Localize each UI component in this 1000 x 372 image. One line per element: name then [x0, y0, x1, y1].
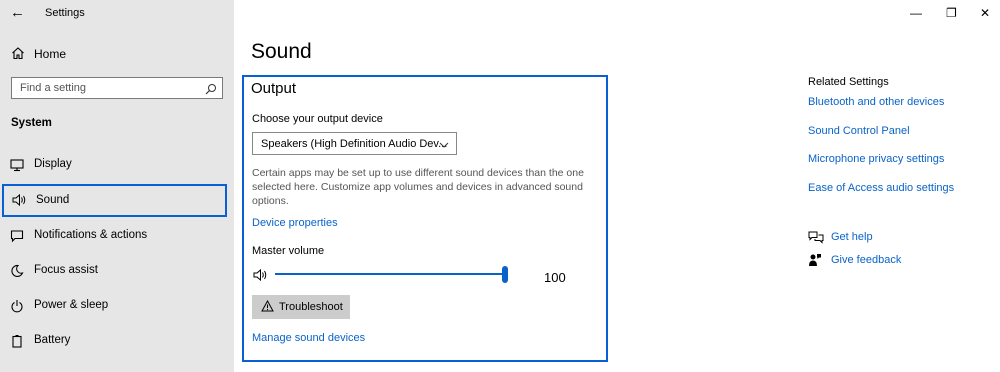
- sidebar-item-sound[interactable]: Sound: [2, 184, 227, 217]
- output-device-dropdown[interactable]: Speakers (High Definition Audio Dev...: [252, 132, 457, 155]
- sidebar-item-label: Notifications & actions: [34, 229, 148, 241]
- back-arrow-icon[interactable]: ←: [10, 4, 25, 21]
- restore-button[interactable]: ❐: [946, 6, 957, 20]
- close-button[interactable]: ✕: [980, 6, 990, 20]
- microphone-privacy-link[interactable]: Microphone privacy settings: [808, 153, 944, 165]
- volume-value: 100: [544, 270, 566, 285]
- troubleshoot-button[interactable]: Troubleshoot: [252, 295, 350, 319]
- sidebar-item-label: Display: [34, 158, 72, 170]
- bluetooth-devices-link[interactable]: Bluetooth and other devices: [808, 96, 944, 108]
- info-text: Certain apps may be set up to use differ…: [252, 167, 584, 207]
- search-placeholder: Find a setting: [20, 82, 87, 94]
- display-icon: [10, 158, 24, 177]
- manage-sound-devices-link[interactable]: Manage sound devices: [252, 332, 365, 344]
- device-properties-link[interactable]: Device properties: [252, 217, 338, 229]
- sound-control-panel-link[interactable]: Sound Control Panel: [808, 125, 910, 137]
- search-input[interactable]: Find a setting: [11, 77, 223, 99]
- get-help-link[interactable]: Get help: [831, 231, 873, 243]
- minimize-button[interactable]: —: [910, 6, 922, 20]
- sidebar-item-power-sleep[interactable]: Power & sleep: [0, 291, 234, 321]
- volume-slider-thumb[interactable]: [502, 266, 508, 283]
- sidebar-item-label: Focus assist: [34, 264, 98, 276]
- output-device-label: Choose your output device: [252, 113, 383, 125]
- give-feedback-link[interactable]: Give feedback: [831, 254, 901, 266]
- help-chat-icon: [808, 230, 824, 249]
- power-icon: [10, 299, 24, 318]
- page-title: Sound: [251, 40, 312, 63]
- sidebar-item-label: Power & sleep: [34, 299, 109, 311]
- feedback-icon: [808, 253, 822, 272]
- volume-slider-track[interactable]: [275, 273, 507, 275]
- master-volume-label: Master volume: [252, 245, 325, 257]
- related-settings-heading: Related Settings: [808, 76, 889, 88]
- app-title: Settings: [45, 7, 85, 19]
- ease-of-access-audio-link[interactable]: Ease of Access audio settings: [808, 182, 954, 194]
- sidebar-item-label: Home: [34, 47, 67, 61]
- output-heading: Output: [251, 80, 297, 97]
- notification-icon: [10, 229, 24, 248]
- sidebar: ← Settings Home Find a setting System Di…: [0, 0, 234, 372]
- sidebar-item-display[interactable]: Display: [0, 150, 234, 180]
- sidebar-item-notifications[interactable]: Notifications & actions: [0, 221, 234, 251]
- chevron-down-icon: [438, 138, 450, 156]
- sidebar-item-label: Battery: [34, 334, 71, 346]
- volume-speaker-icon[interactable]: [253, 268, 269, 287]
- battery-icon: [10, 334, 24, 353]
- sidebar-item-home[interactable]: Home: [0, 40, 234, 68]
- output-device-value: Speakers (High Definition Audio Dev...: [261, 138, 448, 150]
- moon-icon: [10, 264, 24, 283]
- sidebar-item-label: Sound: [36, 194, 70, 206]
- search-icon[interactable]: [205, 82, 217, 100]
- section-heading: System: [11, 117, 52, 129]
- titlebar: ← Settings: [0, 0, 234, 26]
- warning-icon: [261, 299, 274, 315]
- sidebar-item-focus-assist[interactable]: Focus assist: [0, 256, 234, 286]
- speaker-icon: [12, 193, 28, 212]
- home-icon: [11, 46, 25, 65]
- troubleshoot-label: Troubleshoot: [279, 301, 343, 313]
- sidebar-item-battery[interactable]: Battery: [0, 326, 234, 356]
